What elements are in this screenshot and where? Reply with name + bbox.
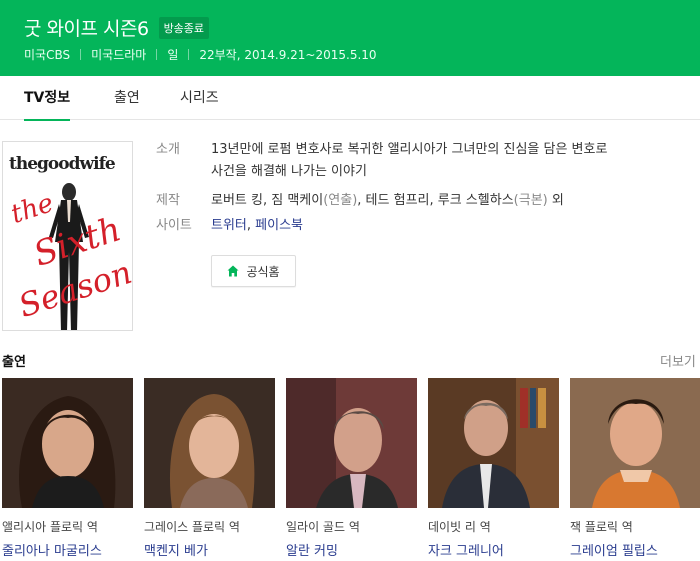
- tab-tv-info[interactable]: TV정보: [24, 76, 71, 121]
- cast-card[interactable]: 잭 플로릭 역 그레이엄 필립스: [570, 378, 700, 559]
- cast-name-link[interactable]: 맥켄지 베가: [144, 540, 208, 559]
- twitter-link[interactable]: 트위터: [211, 218, 247, 233]
- cast-role: 잭 플로릭 역: [570, 520, 633, 534]
- cast-photo[interactable]: [144, 378, 275, 508]
- home-icon: [227, 265, 239, 277]
- cast-heading: 출연: [2, 355, 26, 370]
- program-meta: 미국CBS 미국드라마 일 22부작, 2014.9.21~2015.5.10: [24, 46, 377, 63]
- cast-name-link[interactable]: 자크 그레니어: [428, 540, 504, 559]
- info-production-label: 제작: [156, 193, 180, 208]
- cast-card[interactable]: 데이빗 리 역 자크 그레니어: [428, 378, 559, 559]
- info-intro-label: 소개: [156, 142, 180, 157]
- production-role-writing: (극본): [513, 193, 548, 208]
- program-title: 굿 와이프 시즌6: [24, 18, 149, 40]
- cast-name-link[interactable]: 알란 커밍: [286, 540, 338, 559]
- cast-card[interactable]: 그레이스 플로릭 역 맥켄지 베가: [144, 378, 275, 559]
- production-role-directing: (연출): [323, 193, 358, 208]
- tab-bar: TV정보 출연 시리즈: [0, 76, 700, 121]
- meta-divider: [188, 49, 190, 60]
- official-home-button[interactable]: 공식홈: [211, 255, 296, 287]
- status-badge: 방송종료: [158, 16, 210, 39]
- cast-card[interactable]: 일라이 골드 역 알란 커밍: [286, 378, 417, 559]
- production-suffix: 외: [547, 193, 564, 208]
- cast-name-link[interactable]: 그레이엄 필립스: [570, 540, 658, 559]
- facebook-link[interactable]: 페이스북: [255, 218, 303, 233]
- site-separator: ,: [246, 218, 256, 233]
- production-names: 로버트 킹, 짐 맥케이: [211, 193, 324, 208]
- cast-role: 일라이 골드 역: [286, 520, 360, 534]
- meta-day: 일: [167, 48, 179, 62]
- title-row: 굿 와이프 시즌6 방송종료: [24, 14, 210, 41]
- cast-photo[interactable]: [2, 378, 133, 508]
- info-production-value: 로버트 킹, 짐 맥케이(연출), 테드 험프리, 루크 스헬하스(극본) 외: [211, 190, 564, 212]
- poster-image[interactable]: thegoodwife the Sixth Season: [2, 141, 133, 331]
- info-intro-line1: 13년만에 로펌 변호사로 복귀한 앨리시아가 그녀만의 진심을 담은 변호로: [211, 142, 608, 157]
- cast-role: 그레이스 플로릭 역: [144, 520, 240, 534]
- meta-divider: [80, 49, 82, 60]
- cast-photo-art: [144, 378, 275, 508]
- meta-genre: 미국드라마: [91, 48, 147, 62]
- meta-divider: [156, 49, 158, 60]
- info-intro-line2: 사건을 해결해 나가는 이야기: [211, 164, 367, 179]
- cast-photo-art: [286, 378, 417, 508]
- meta-network: 미국CBS: [24, 48, 71, 62]
- cast-role: 앨리시아 플로릭 역: [2, 520, 98, 534]
- cast-role: 데이빗 리 역: [428, 520, 491, 534]
- tab-cast[interactable]: 출연: [114, 76, 140, 120]
- cast-photo[interactable]: [286, 378, 417, 508]
- cast-card[interactable]: 앨리시아 플로릭 역 줄리아나 마굴리스: [2, 378, 133, 559]
- cast-photo-art: [428, 378, 559, 508]
- cast-photo[interactable]: [570, 378, 700, 508]
- poster-logo: thegoodwife: [9, 154, 116, 174]
- cast-name-link[interactable]: 줄리아나 마굴리스: [2, 540, 102, 559]
- more-link[interactable]: 더보기: [660, 351, 696, 370]
- info-site-label: 사이트: [156, 218, 192, 233]
- cast-photo[interactable]: [428, 378, 559, 508]
- cast-photo-art: [2, 378, 133, 508]
- official-home-label: 공식홈: [246, 264, 280, 279]
- production-names-2: , 테드 험프리, 루크 스헬하스: [357, 193, 514, 208]
- info-site-links: 트위터, 페이스북: [211, 215, 303, 237]
- tab-series[interactable]: 시리즈: [180, 76, 219, 120]
- cast-photo-art: [570, 378, 700, 508]
- meta-episodes: 22부작, 2014.9.21~2015.5.10: [199, 48, 377, 62]
- program-header: 굿 와이프 시즌6 방송종료 미국CBS 미국드라마 일 22부작, 2014.…: [0, 0, 700, 76]
